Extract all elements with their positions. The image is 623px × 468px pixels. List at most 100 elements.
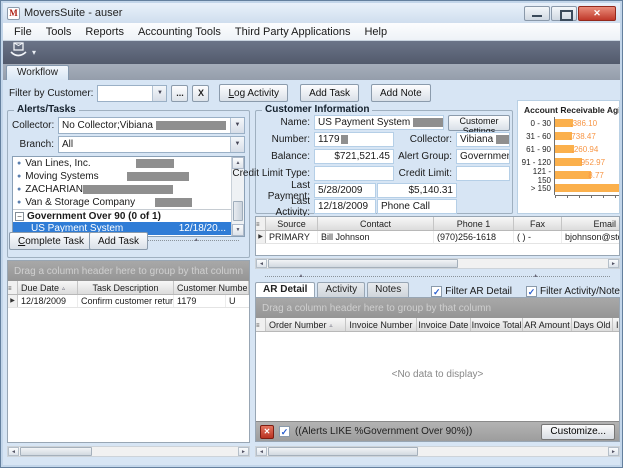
- ar-detail-grid: Drag a column header here to group by th…: [255, 297, 620, 442]
- scroll-left-icon[interactable]: ◄: [8, 447, 19, 456]
- menu-file[interactable]: File: [7, 25, 39, 39]
- ar-group-by-bar[interactable]: Drag a column header here to group by th…: [256, 298, 619, 318]
- number-field[interactable]: 1179: [314, 132, 394, 147]
- combo-arrow-icon[interactable]: ▼: [230, 137, 244, 152]
- scroll-right-icon[interactable]: ►: [608, 447, 619, 456]
- column-customer-number[interactable]: Customer Number: [174, 281, 249, 294]
- toolbar-dropdown-icon[interactable]: ▾: [32, 48, 36, 57]
- column-invoice-c[interactable]: Invoice C: [613, 318, 619, 331]
- last-activity-type-field[interactable]: Phone Call: [377, 199, 457, 214]
- browse-button[interactable]: ...: [171, 85, 188, 102]
- credit-limit-type-field[interactable]: [314, 166, 394, 181]
- column-due-date[interactable]: Due Date▵: [18, 281, 78, 294]
- add-task-button[interactable]: Add Task: [89, 232, 148, 250]
- combo-arrow-icon[interactable]: ▼: [152, 86, 166, 101]
- column-fax[interactable]: Fax: [514, 217, 562, 230]
- menu-tools[interactable]: Tools: [39, 25, 79, 39]
- alert-item[interactable]: ● Moving Systems: [13, 170, 244, 183]
- scroll-down-icon[interactable]: ▼: [232, 224, 244, 236]
- complete-task-button[interactable]: Complete Task: [9, 232, 93, 250]
- scroll-right-icon[interactable]: ►: [608, 259, 619, 268]
- last-activity-date-field[interactable]: 12/18/2009: [314, 199, 376, 214]
- checkbox-checked-icon[interactable]: ✓: [526, 286, 537, 297]
- filter-expression: ((Alerts LIKE %Government Over 90%)): [295, 426, 472, 437]
- column-source[interactable]: Source: [266, 217, 318, 230]
- branch-combobox[interactable]: All ▼: [58, 136, 245, 153]
- column-contact[interactable]: Contact: [318, 217, 434, 230]
- combo-arrow-icon[interactable]: ▼: [230, 118, 244, 133]
- right-horizontal-scrollbar[interactable]: ◄ ►: [255, 446, 620, 457]
- alert-group-field[interactable]: Government: [456, 149, 510, 164]
- customer-filter-combobox[interactable]: ▼: [97, 85, 167, 102]
- hand-box-icon[interactable]: [9, 41, 29, 64]
- column-days-old[interactable]: Days Old: [572, 318, 613, 331]
- aging-row: 61 - 90 ,260.94: [518, 143, 619, 156]
- menu-reports[interactable]: Reports: [78, 25, 131, 39]
- column-order-number[interactable]: Order Number▵: [266, 318, 346, 331]
- column-email[interactable]: Email: [562, 217, 619, 230]
- column-phone1[interactable]: Phone 1: [434, 217, 514, 230]
- alert-item[interactable]: ● Van & Storage Company: [13, 196, 244, 209]
- collector-combobox[interactable]: No Collector;Vibiana ▼: [58, 117, 245, 134]
- last-payment-amount-field[interactable]: $5,140.31: [377, 183, 457, 198]
- log-activity-button[interactable]: Log Activity: [219, 84, 288, 102]
- remove-filter-icon[interactable]: ✕: [260, 425, 274, 439]
- customer-information-panel: Customer Information Name: US Payment Sy…: [255, 110, 513, 214]
- filter-activity-note-checkbox[interactable]: ✓ Filter Activity/Note: [526, 286, 620, 297]
- clear-filter-button[interactable]: X: [192, 85, 209, 102]
- close-button[interactable]: ✕: [578, 6, 616, 21]
- contacts-grid-header: ≡ Source Contact Phone 1 Fax Email: [256, 217, 619, 231]
- scroll-thumb[interactable]: [233, 201, 243, 221]
- scroll-left-icon[interactable]: ◄: [256, 447, 267, 456]
- alerts-list: ● Van Lines, Inc. ● Moving Systems ● ZAC…: [12, 156, 245, 237]
- name-field[interactable]: US Payment System: [314, 115, 444, 130]
- last-payment-date-field[interactable]: 5/28/2009: [314, 183, 376, 198]
- column-ar-amount[interactable]: AR Amount: [523, 318, 572, 331]
- scroll-right-icon[interactable]: ►: [238, 447, 249, 456]
- row-indicator-icon: ≡: [8, 281, 18, 294]
- tab-workflow[interactable]: Workflow: [6, 65, 69, 80]
- menu-help[interactable]: Help: [357, 25, 394, 39]
- customize-button[interactable]: Customize...: [541, 424, 615, 440]
- alert-group-header[interactable]: − Government Over 90 (0 of 1): [13, 209, 244, 222]
- column-invoice-number[interactable]: Invoice Number: [346, 318, 417, 331]
- menu-accounting-tools[interactable]: Accounting Tools: [131, 25, 228, 39]
- add-task-button-top[interactable]: Add Task: [300, 84, 359, 102]
- scroll-left-icon[interactable]: ◄: [256, 259, 267, 268]
- scroll-thumb[interactable]: [268, 447, 418, 456]
- column-invoice-date[interactable]: Invoice Date: [417, 318, 471, 331]
- last-activity-label: Last Activity:: [258, 196, 314, 218]
- left-horizontal-scrollbar[interactable]: ◄ ►: [7, 446, 250, 457]
- tab-notes[interactable]: Notes: [367, 282, 409, 297]
- column-invoice-total[interactable]: Invoice Total: [471, 318, 523, 331]
- maximize-button[interactable]: [551, 6, 577, 21]
- checkbox-checked-icon[interactable]: ✓: [431, 286, 442, 297]
- toolbar: ▾: [3, 41, 620, 64]
- balance-field[interactable]: $721,521.45: [314, 149, 394, 164]
- tab-activity[interactable]: Activity: [317, 282, 365, 297]
- task-row[interactable]: ▶ 12/18/2009 Confirm customer returne...…: [8, 295, 249, 308]
- tab-ar-detail[interactable]: AR Detail: [255, 282, 315, 297]
- collector-field[interactable]: Vibiana: [456, 132, 510, 147]
- collapse-icon[interactable]: −: [15, 212, 24, 221]
- row-marker-icon: ▶: [256, 231, 266, 243]
- credit-limit-field[interactable]: [456, 166, 510, 181]
- scroll-thumb[interactable]: [20, 447, 92, 456]
- add-note-button[interactable]: Add Note: [371, 84, 431, 102]
- aging-x-axis: [555, 195, 619, 198]
- column-task-description[interactable]: Task Description: [78, 281, 174, 294]
- contacts-horizontal-scrollbar[interactable]: ◄ ►: [255, 258, 620, 269]
- filter-ar-detail-checkbox[interactable]: ✓ Filter AR Detail: [431, 286, 512, 297]
- customer-settings-button[interactable]: Customer Settings: [448, 115, 510, 131]
- app-icon: M: [7, 7, 20, 20]
- alert-item[interactable]: ● ZACHARIAN: [13, 183, 244, 196]
- minimize-button[interactable]: [524, 6, 550, 21]
- menu-third-party-applications[interactable]: Third Party Applications: [228, 25, 358, 39]
- menu-bar: File Tools Reports Accounting Tools Thir…: [3, 23, 620, 41]
- tasks-group-by-bar[interactable]: Drag a column header here to group by th…: [8, 261, 249, 281]
- scroll-thumb[interactable]: [268, 259, 458, 268]
- filter-enabled-checkbox[interactable]: ✓: [279, 426, 290, 437]
- alert-item[interactable]: ● Van Lines, Inc.: [13, 157, 244, 170]
- contacts-grid: ≡ Source Contact Phone 1 Fax Email ▶ PRI…: [255, 216, 620, 256]
- contact-row[interactable]: ▶ PRIMARY Bill Johnson (970)256-1618 ( )…: [256, 231, 619, 244]
